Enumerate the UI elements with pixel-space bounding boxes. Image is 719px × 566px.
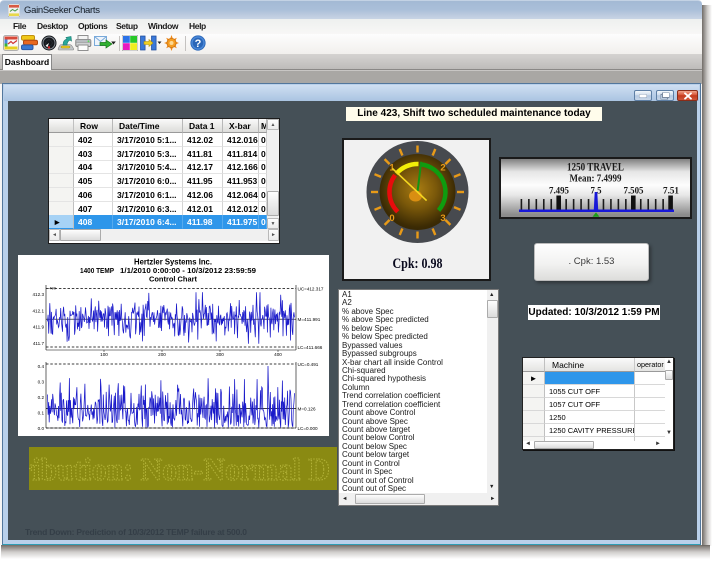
svg-text:412.1: 412.1 <box>33 309 45 314</box>
svg-text:0: 0 <box>389 213 394 224</box>
svg-text:412.3: 412.3 <box>33 292 45 297</box>
svg-text:LC=0.000: LC=0.000 <box>298 426 318 431</box>
svg-text:Cpk: 0.98: Cpk: 0.98 <box>393 256 443 272</box>
svg-text:0.0: 0.0 <box>38 426 45 431</box>
svg-text:M=0.126: M=0.126 <box>298 407 316 412</box>
svg-text:2: 2 <box>440 163 445 174</box>
svg-text:Mean: 7.4999: Mean: 7.4999 <box>570 173 622 185</box>
svg-text:?: ? <box>195 38 202 50</box>
svg-text:ribution: Non-Normal D: ribution: Non-Normal D <box>29 451 330 487</box>
svg-text:200: 200 <box>158 352 166 357</box>
svg-text:-400: -400 <box>48 286 57 291</box>
svg-text:1: 1 <box>389 163 395 174</box>
svg-text:Control Chart: Control Chart <box>149 275 198 284</box>
svg-text:7.495: 7.495 <box>549 187 569 197</box>
svg-text:400: 400 <box>274 352 282 357</box>
svg-text:1400 TEMP: 1400 TEMP <box>80 266 114 275</box>
svg-text:UC=412.317: UC=412.317 <box>298 287 324 292</box>
svg-text:7.51: 7.51 <box>663 187 679 197</box>
svg-text:0.4: 0.4 <box>38 364 45 369</box>
svg-text:LC=411.666: LC=411.666 <box>298 345 323 350</box>
svg-text:100: 100 <box>100 352 108 357</box>
svg-text:411.9: 411.9 <box>33 325 45 330</box>
svg-text:0.2: 0.2 <box>38 395 45 400</box>
svg-text:411.7: 411.7 <box>33 341 45 346</box>
svg-text:M=411.991: M=411.991 <box>298 317 321 322</box>
svg-text:0.3: 0.3 <box>38 380 45 385</box>
svg-text:300: 300 <box>216 352 224 357</box>
svg-text:UC=0.491: UC=0.491 <box>298 362 319 367</box>
svg-text:0.1: 0.1 <box>38 411 45 416</box>
svg-text:7.505: 7.505 <box>624 187 644 197</box>
svg-text:3: 3 <box>440 213 445 224</box>
